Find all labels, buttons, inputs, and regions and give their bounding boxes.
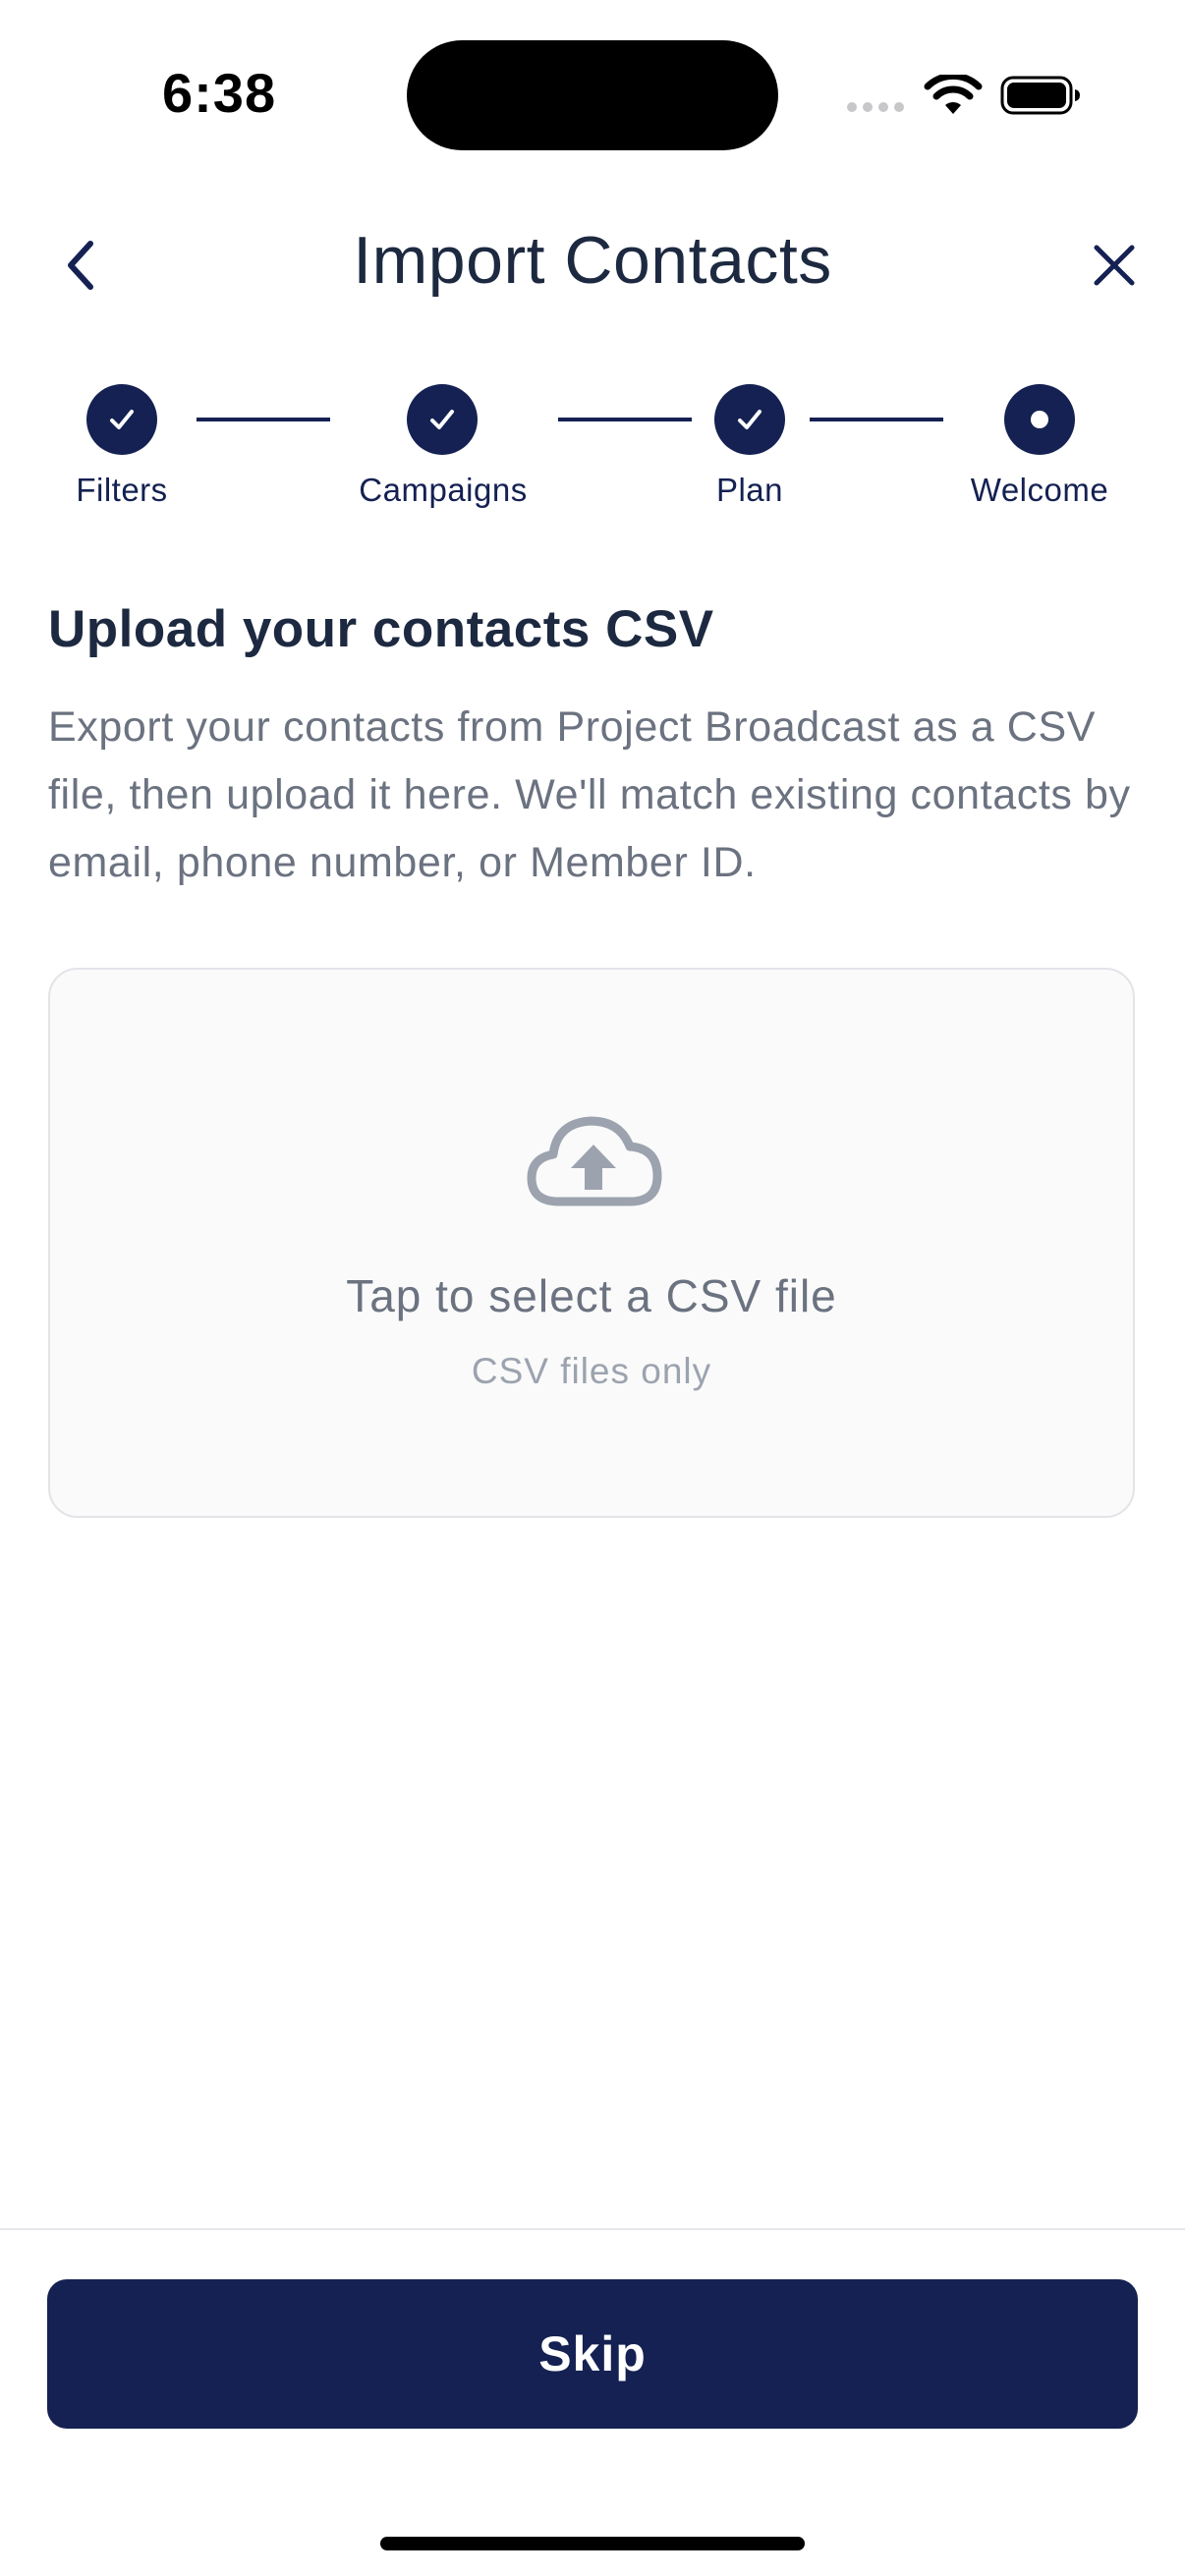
page-title: Import Contacts [353,223,832,298]
step-connector [810,418,943,421]
dynamic-island [407,40,778,150]
step-welcome-current [1004,384,1075,455]
step-label-filters: Filters [76,472,168,508]
upload-label: Tap to select a CSV file [346,1270,837,1321]
status-bar-time: 6:38 [162,62,277,124]
step-filters-check [86,384,157,455]
step-label-campaigns: Campaigns [359,472,528,508]
step-connector [197,418,330,421]
cloud-upload-icon [527,1116,662,1206]
close-icon [1094,245,1135,286]
upload-hint: CSV files only [471,1351,712,1391]
home-indicator [380,2537,805,2550]
close-button[interactable] [1075,226,1154,305]
step-campaigns-check [407,384,478,455]
csv-upload-dropzone[interactable]: Tap to select a CSV file CSV files only [48,968,1135,1518]
footer-divider [0,2228,1185,2230]
section-description: Export your contacts from Project Broadc… [48,703,1131,886]
wifi-icon [924,75,983,114]
checkmark-icon [738,410,762,429]
step-connector [558,418,692,421]
cellular-signal-icon [847,102,904,112]
checkmark-icon [430,410,454,429]
step-label-plan: Plan [715,472,784,508]
step-label-welcome: Welcome [970,472,1109,508]
battery-icon [1000,76,1080,115]
section-title: Upload your contacts CSV [48,600,714,658]
skip-button[interactable]: Skip [47,2279,1138,2429]
step-plan-check [714,384,785,455]
checkmark-icon [110,410,134,429]
current-step-dot [1031,411,1048,428]
